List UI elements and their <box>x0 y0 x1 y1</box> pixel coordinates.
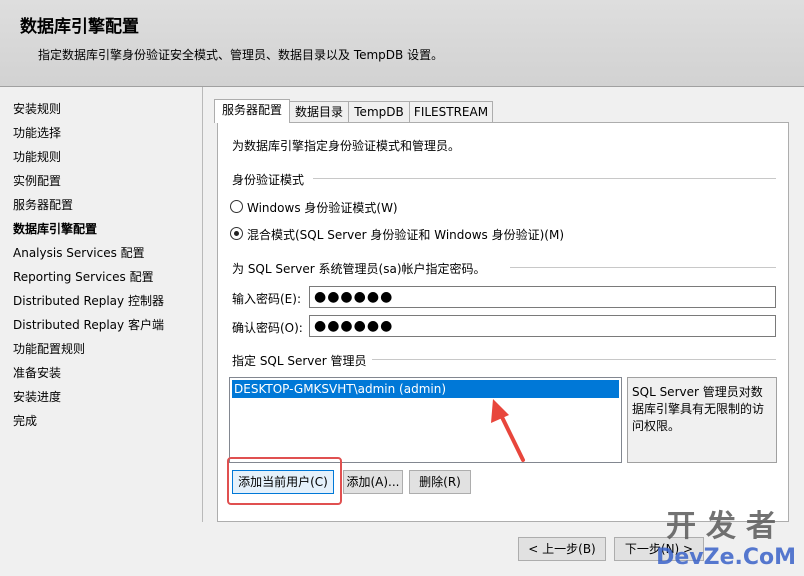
remove-button[interactable]: 删除(R) <box>409 470 471 494</box>
page-title: 数据库引擎配置 <box>20 17 139 37</box>
sidebar-item-replay-controller[interactable]: Distributed Replay 控制器 <box>13 292 164 309</box>
radio-mixed-auth[interactable] <box>230 227 243 240</box>
password-label: 输入密码(E): <box>232 292 301 306</box>
sa-password-group-label: 为 SQL Server 系统管理员(sa)帐户指定密码。 <box>232 262 486 276</box>
sidebar: 安装规则 功能选择 功能规则 实例配置 服务器配置 数据库引擎配置 Analys… <box>0 87 200 522</box>
auth-mode-group-label: 身份验证模式 <box>232 173 305 187</box>
sidebar-item-analysis-services[interactable]: Analysis Services 配置 <box>13 244 145 261</box>
tab-filestream[interactable]: FILESTREAM <box>409 101 493 122</box>
admin-info-box: SQL Server 管理员对数据库引擎具有无限制的访问权限。 <box>627 377 777 463</box>
group-divider <box>372 359 776 360</box>
watermark-line1: 开发者 <box>666 509 787 544</box>
highlight-box <box>227 457 342 505</box>
add-button[interactable]: 添加(A)... <box>343 470 403 494</box>
sidebar-item-instance-config[interactable]: 实例配置 <box>13 172 61 189</box>
sidebar-item-complete[interactable]: 完成 <box>13 412 37 429</box>
watermark: 开发者 DevZe.CoM <box>656 501 796 570</box>
annotation-arrow-icon <box>491 399 525 462</box>
tab-data-directories[interactable]: 数据目录 <box>289 101 349 122</box>
admin-list-item[interactable]: DESKTOP-GMKSVHT\admin (admin) <box>232 380 619 398</box>
sidebar-item-feature-selection[interactable]: 功能选择 <box>13 124 61 141</box>
tab-tempdb[interactable]: TempDB <box>348 101 410 122</box>
group-divider <box>313 178 776 179</box>
watermark-line2: DevZe.CoM <box>656 545 796 570</box>
header-banner: 数据库引擎配置 指定数据库引擎身份验证安全模式、管理员、数据目录以及 TempD… <box>0 0 804 87</box>
sidebar-item-reporting-services[interactable]: Reporting Services 配置 <box>13 268 154 285</box>
radio-windows-auth[interactable] <box>230 200 243 213</box>
password-input[interactable]: ●●●●●● <box>309 286 776 308</box>
sidebar-item-feature-rules[interactable]: 功能规则 <box>13 148 61 165</box>
tab-server-config[interactable]: 服务器配置 <box>214 99 290 123</box>
sidebar-item-replay-client[interactable]: Distributed Replay 客户端 <box>13 316 164 333</box>
radio-mixed-auth-label[interactable]: 混合模式(SQL Server 身份验证和 Windows 身份验证)(M) <box>247 226 564 243</box>
sidebar-divider <box>202 87 203 522</box>
sidebar-item-server-config[interactable]: 服务器配置 <box>13 196 73 213</box>
confirm-password-label: 确认密码(O): <box>232 321 303 335</box>
sidebar-item-feature-config-rules[interactable]: 功能配置规则 <box>13 340 85 357</box>
page-subtitle: 指定数据库引擎身份验证安全模式、管理员、数据目录以及 TempDB 设置。 <box>38 48 444 62</box>
admin-listbox[interactable]: DESKTOP-GMKSVHT\admin (admin) <box>229 377 622 463</box>
panel-intro: 为数据库引擎指定身份验证模式和管理员。 <box>232 139 461 153</box>
radio-windows-auth-label[interactable]: Windows 身份验证模式(W) <box>247 199 398 216</box>
group-divider <box>510 267 776 268</box>
sidebar-item-install-progress[interactable]: 安装进度 <box>13 388 61 405</box>
back-button[interactable]: < 上一步(B) <box>518 537 606 561</box>
sidebar-item-ready-to-install[interactable]: 准备安装 <box>13 364 61 381</box>
sidebar-item-install-rules[interactable]: 安装规则 <box>13 100 61 117</box>
admin-group-label: 指定 SQL Server 管理员 <box>232 354 367 368</box>
confirm-password-input[interactable]: ●●●●●● <box>309 315 776 337</box>
sidebar-item-db-engine-config[interactable]: 数据库引擎配置 <box>13 220 97 237</box>
